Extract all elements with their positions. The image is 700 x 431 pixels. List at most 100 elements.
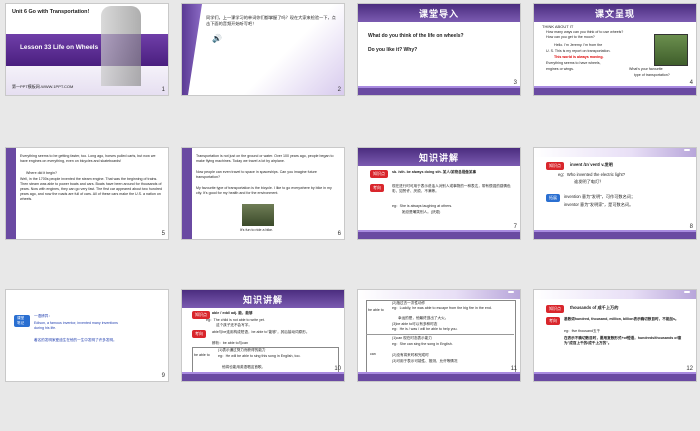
statue-of-liberty-image bbox=[101, 6, 141, 86]
slide-number: 2 bbox=[337, 87, 341, 93]
lesson-title: Lesson 33 Life on Wheels bbox=[20, 44, 99, 51]
slide-thumbnail-8[interactable]: 知识点 invent /ɪnˈvent/ v.发明 eg：Who invente… bbox=[534, 148, 696, 239]
slide-number: 8 bbox=[689, 224, 693, 230]
slide-thumbnail-10[interactable]: 知识讲解 知识点 able /ˈeɪbl/ adj. 能，能够 eg：The c… bbox=[182, 290, 344, 381]
can-rule-1: (1)can 现在时态表示能力 bbox=[392, 336, 432, 340]
row-header-can: can bbox=[370, 352, 376, 356]
compare-term: be able to bbox=[194, 353, 210, 357]
site-footer: 第一PPT模板网-WWW.1PPT.COM bbox=[12, 84, 74, 89]
slide-top-band bbox=[358, 290, 520, 299]
exam-point-2: 在表示不确切数目时，要用复数形式+of短语，hundreds/thousands… bbox=[564, 336, 682, 345]
slide-thumbnail-6[interactable]: Transportation is not just on the ground… bbox=[182, 148, 344, 239]
slide-left-bar bbox=[182, 148, 192, 239]
slide-thumbnail-2[interactable]: 同学们，上一课学习的单词你们都掌握了吗？现在大家来检验一下，点击下面的音频开始听… bbox=[182, 4, 344, 95]
slide-header-bar: 知识讲解 bbox=[358, 148, 520, 166]
knowledge-point: able /ˈeɪbl/ adj. 能，能够 bbox=[212, 311, 253, 315]
example-zh: 这个孩子还不会写字。 bbox=[216, 323, 252, 327]
slide-number: 6 bbox=[337, 231, 341, 237]
note-title: 一语辨异： bbox=[34, 314, 52, 318]
text-line-2: U. S. This is my report on transportatio… bbox=[546, 49, 611, 53]
paragraph-2: Where did it begin? bbox=[26, 171, 57, 175]
notes-tag: 课堂笔记 bbox=[14, 315, 30, 327]
knowledge-point: invent /ɪnˈvent/ v.发明 bbox=[570, 162, 613, 167]
compare-example: eg：He will be able to sing this song in … bbox=[218, 354, 301, 358]
can-rule-1-example: eg：She can sing the song in English. bbox=[392, 342, 453, 346]
slide-number: 1 bbox=[161, 87, 165, 93]
can-rule-3: (3)可用于表示可能性、推测、允许等情况 bbox=[392, 359, 458, 363]
slide-footer-bar bbox=[358, 372, 520, 381]
unit-title: Unit 6 Go with Transportation! bbox=[12, 9, 90, 15]
exam-point: 基数词hundred, thousand, million, billion表示… bbox=[564, 317, 679, 321]
table-divider bbox=[366, 334, 514, 335]
slide-number: 7 bbox=[513, 224, 517, 230]
slide-thumbnail-4[interactable]: 课文呈现 THINK ABOUT IT How many ways can yo… bbox=[534, 4, 696, 95]
slide-thumbnail-11[interactable]: be able to can (2)指过去一次性动作 eg：Luckily, h… bbox=[358, 290, 520, 381]
rule-3-example: eg：He is / was / will be able to help yo… bbox=[392, 327, 458, 331]
slide-thumbnail-12[interactable]: 知识点 thousands of 成千上万的 考向 基数词hundred, th… bbox=[534, 290, 696, 381]
slide-footer-bar bbox=[182, 372, 344, 381]
exam-point: 现在进行时可用于表示说话人对别人或事物的一种表达，带有很强的感情色彩，如赞许、厌… bbox=[392, 184, 511, 193]
compare-title: 辨析：be able to与can bbox=[212, 341, 248, 345]
slide-header-title: 课文呈现 bbox=[594, 9, 635, 19]
knowledge-point: thousands of 成千上万的 bbox=[570, 305, 619, 310]
slide-top-band bbox=[534, 148, 696, 157]
slide-header-title: 课堂导入 bbox=[418, 9, 459, 19]
exam-tag: 考向 bbox=[370, 184, 384, 192]
slide-thumbnail-3[interactable]: 课堂导入 What do you think of the life on wh… bbox=[358, 4, 520, 95]
example-en: eg：She is always laughing at others. bbox=[392, 204, 453, 208]
paragraph-3: My favourite type of transportation is t… bbox=[196, 186, 332, 195]
text-line-5: engines or wings. bbox=[546, 67, 574, 71]
slide-header-bar: 课文呈现 bbox=[534, 4, 696, 22]
slide-number: 9 bbox=[161, 373, 165, 379]
paragraph-3: Well, in the 1700s people invented the s… bbox=[20, 177, 162, 201]
exam-tag: 考向 bbox=[192, 330, 206, 338]
compare-example-zh: 他将也能用英语唱这首歌。 bbox=[222, 365, 266, 369]
slide-thumbnail-1[interactable]: Unit 6 Go with Transportation! Lesson 33… bbox=[6, 4, 168, 95]
example-zh: 谁发明了电灯？ bbox=[574, 179, 604, 184]
photo-caption: It's fun to ride a bike. bbox=[240, 228, 274, 232]
slide-number: 12 bbox=[686, 366, 693, 372]
text-line-3: This world is always moving. bbox=[554, 55, 604, 59]
slide-footer-bar bbox=[358, 230, 520, 239]
extension-line-1: invention 意为"发明"，可作可数名词； bbox=[564, 194, 636, 199]
example-zh: 她总是嘲笑别人。(厌烦) bbox=[402, 210, 441, 214]
slide-header-title: 知识讲解 bbox=[418, 153, 459, 163]
slide-thumbnail-9[interactable]: 课堂笔记 一语辨异： Edison, a famous inventor, in… bbox=[6, 290, 168, 381]
extension-tag: 拓展 bbox=[546, 194, 560, 202]
boy-photo bbox=[654, 34, 688, 66]
question-1: What do you think of the life on wheels? bbox=[368, 33, 464, 39]
speaker-icon[interactable]: 🔊 bbox=[212, 34, 222, 43]
knowledge-tag: 知识点 bbox=[370, 170, 388, 178]
rule-2-example-zh: 幸运的是，他最终逃出了大火。 bbox=[398, 316, 449, 320]
bike-photo bbox=[242, 204, 274, 226]
badge bbox=[684, 291, 690, 293]
paragraph-1: Everything seems to be getting faster, t… bbox=[20, 154, 156, 163]
exam-point: able与be连用构成短语，be able to"能够"，其后接动词原形。 bbox=[212, 330, 310, 334]
slide-number: 5 bbox=[161, 231, 165, 237]
slide-number: 10 bbox=[334, 366, 341, 372]
example-en: eg：Who invented the electric light? bbox=[558, 172, 626, 177]
slide-footer-bar bbox=[534, 372, 696, 381]
compare-rule: (1)表示通过努力而获得的能力 bbox=[218, 348, 266, 352]
slide-thumbnail-5[interactable]: Everything seems to be getting faster, t… bbox=[6, 148, 168, 239]
note-sentence-en: Edison, a famous inventor, invented many… bbox=[34, 321, 118, 330]
exam-tag: 考向 bbox=[546, 317, 560, 325]
slide-header-bar: 知识讲解 bbox=[182, 290, 344, 308]
knowledge-point: sb. /sth. be always doing sth. 某人/某物总是做某… bbox=[392, 170, 477, 174]
text-line-7: type of transportation? bbox=[634, 73, 670, 77]
can-rule-2: (2)没有将来时和完成时 bbox=[392, 353, 429, 357]
slide-top-band bbox=[534, 290, 696, 299]
knowledge-tag: 知识点 bbox=[546, 305, 564, 313]
question-2: Do you like it? Why? bbox=[368, 47, 418, 53]
slide-number: 3 bbox=[513, 80, 517, 86]
slide-header-title: 知识讲解 bbox=[242, 295, 283, 305]
paragraph-1: Transportation is not just on the ground… bbox=[196, 154, 334, 163]
badge bbox=[508, 291, 514, 293]
slide-left-bar bbox=[6, 148, 16, 239]
slide-footer-bar bbox=[534, 86, 696, 95]
slide-thumbnail-7[interactable]: 知识讲解 知识点 sb. /sth. be always doing sth. … bbox=[358, 148, 520, 239]
rule-2-example: eg：Luckily, he was able to escape from t… bbox=[392, 306, 492, 310]
slide-sorter-grid: Unit 6 Go with Transportation! Lesson 33… bbox=[6, 4, 696, 428]
compare-table bbox=[366, 300, 516, 376]
example: eg：five thousand五千 bbox=[564, 329, 601, 333]
